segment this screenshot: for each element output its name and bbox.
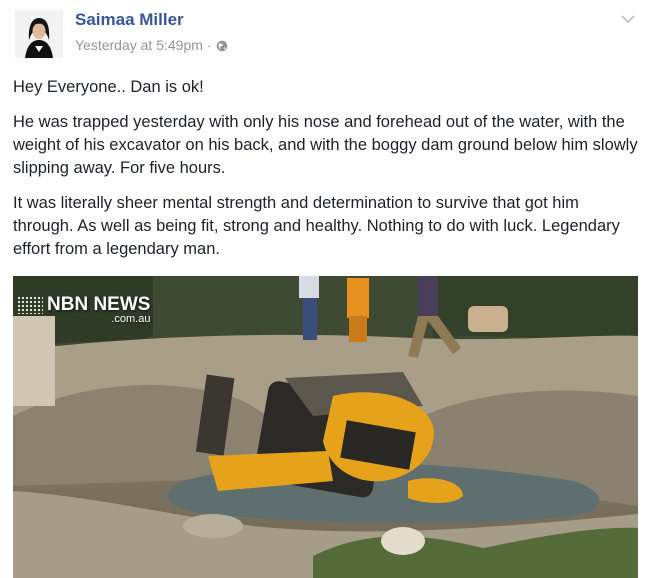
- avatar[interactable]: [15, 10, 63, 58]
- facebook-post: Saimaa Miller Yesterday at 5:49pm · Hey …: [0, 0, 650, 578]
- meta-separator: ·: [206, 37, 212, 53]
- post-paragraph: Hey Everyone.. Dan is ok!: [13, 78, 204, 96]
- author-name-link[interactable]: Saimaa Miller: [75, 10, 184, 30]
- watermark-sub-text: .com.au: [111, 313, 151, 325]
- post-meta: Yesterday at 5:49pm ·: [75, 37, 228, 53]
- post-header: Saimaa Miller Yesterday at 5:49pm ·: [13, 10, 637, 62]
- nbn-grid-logo-icon: [17, 296, 43, 314]
- post-paragraph: It was literally sheer mental strength a…: [13, 194, 620, 258]
- post-body: Hey Everyone.. Dan is ok! He was trapped…: [13, 76, 638, 273]
- post-photo[interactable]: NBN NEWS .com.au: [13, 276, 638, 578]
- avatar-image: [15, 10, 63, 58]
- chevron-down-icon[interactable]: [619, 10, 637, 28]
- post-paragraph: He was trapped yesterday with only his n…: [13, 113, 638, 177]
- nbn-news-watermark: NBN NEWS .com.au: [17, 294, 150, 325]
- timestamp-link[interactable]: Yesterday at 5:49pm: [75, 37, 203, 53]
- globe-icon[interactable]: [216, 39, 228, 52]
